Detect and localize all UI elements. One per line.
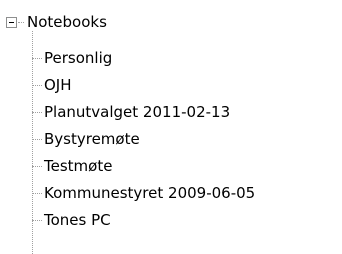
- tree-node-label[interactable]: Kommunestyret 2009-06-05: [44, 181, 255, 205]
- tree-node-label[interactable]: Testmøte: [44, 154, 112, 178]
- tree-connector-line: [32, 219, 42, 221]
- collapse-minus-icon[interactable]: [6, 16, 17, 28]
- tree-node-label[interactable]: Personlig: [44, 46, 112, 70]
- tree-connector-line: [32, 57, 42, 59]
- tree-node-testmote[interactable]: Testmøte: [32, 154, 112, 178]
- tree-node-label[interactable]: OJH: [44, 73, 72, 97]
- tree-connector-line: [32, 165, 42, 167]
- tree-node-label[interactable]: Tones PC: [44, 208, 111, 232]
- tree-connector-line: [32, 111, 42, 113]
- notebooks-tree-view[interactable]: Notebooks Personlig OJH Planutvalget 201…: [0, 0, 342, 254]
- tree-connector-line: [32, 138, 42, 140]
- tree-node-ojh[interactable]: OJH: [32, 73, 72, 97]
- tree-node-bystyremote[interactable]: Bystyremøte: [32, 127, 140, 151]
- tree-node-kommunestyret[interactable]: Kommunestyret 2009-06-05: [32, 181, 255, 205]
- tree-node-notebooks[interactable]: Notebooks: [6, 10, 107, 34]
- tree-node-personlig[interactable]: Personlig: [32, 46, 112, 70]
- tree-node-label[interactable]: Notebooks: [27, 10, 107, 34]
- tree-connector-line: [18, 21, 24, 23]
- tree-node-planutvalget[interactable]: Planutvalget 2011-02-13: [32, 100, 230, 124]
- tree-connector-line: [32, 84, 42, 86]
- minus-sign: [9, 21, 14, 23]
- tree-node-label[interactable]: Bystyremøte: [44, 127, 140, 151]
- tree-node-label[interactable]: Planutvalget 2011-02-13: [44, 100, 230, 124]
- tree-connector-line: [32, 192, 42, 194]
- tree-node-tones-pc[interactable]: Tones PC: [32, 208, 111, 232]
